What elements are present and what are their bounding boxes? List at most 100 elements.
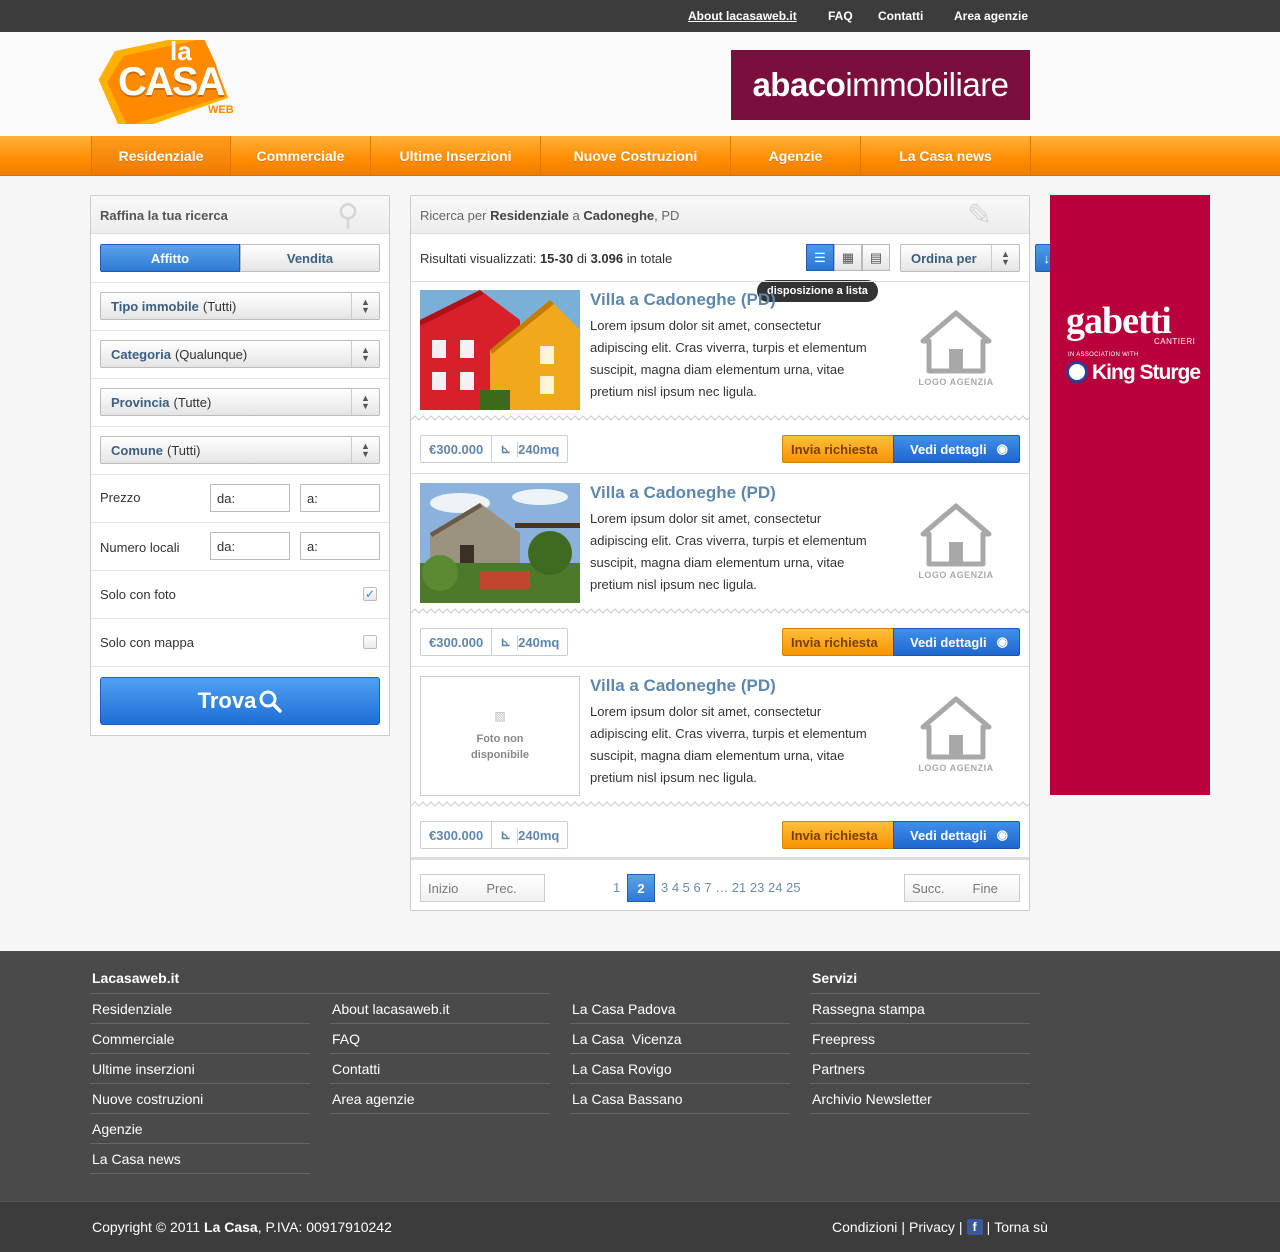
torna-su-link[interactable]: Torna sù (994, 1219, 1048, 1235)
sort-select[interactable]: Ordina per ▲ ▼ (900, 244, 1020, 272)
facebook-icon[interactable]: f (966, 1219, 983, 1235)
topbar-faq-link[interactable]: FAQ (828, 9, 853, 23)
select-tipo-immobile[interactable]: Tipo immobile (Tutti) ▲ ▼ (100, 292, 380, 320)
locali-da-input[interactable]: da: (210, 532, 290, 560)
pagination-prec[interactable]: Prec. (486, 881, 516, 896)
main-nav: Residenziale Commerciale Ultime Inserzio… (0, 136, 1280, 176)
listing-price: €300.000 (429, 441, 484, 457)
pagination-inizio[interactable]: Inizio (428, 881, 458, 896)
vedi-dettagli-button[interactable]: Vedi dettagli ◉ (893, 821, 1020, 849)
vedi-dettagli-button[interactable]: Vedi dettagli ◉ (893, 435, 1020, 463)
listing-photo[interactable] (420, 483, 580, 603)
select-provincia[interactable]: Provincia (Tutte) ▲ ▼ (100, 388, 380, 416)
updown-arrow-icon: ▲ ▼ (351, 437, 379, 463)
footer-link[interactable]: Agenzie (92, 1121, 143, 1137)
footer-link[interactable]: Residenziale (92, 1001, 172, 1017)
trova-label: Trova (197, 688, 257, 713)
invia-richiesta-button[interactable]: Invia richiesta (782, 821, 894, 849)
nav-residenziale[interactable]: Residenziale (91, 136, 231, 175)
abaco-brand-part1: abaco (752, 66, 846, 103)
listing-title[interactable]: Villa a Cadoneghe (PD) (590, 483, 776, 503)
footer-link[interactable]: Archivio Newsletter (812, 1091, 932, 1107)
solo-mappa-label: Solo con mappa (100, 635, 194, 650)
site-logo[interactable]: la CASA WEB (98, 32, 248, 135)
locali-label: Numero locali (100, 540, 180, 555)
count-range: 15-30 (539, 251, 574, 266)
footer-link[interactable]: Rassegna stampa (812, 1001, 925, 1017)
footer-link[interactable]: La Casa news (92, 1151, 181, 1167)
no-photo-text: Foto non disponibile (470, 733, 530, 761)
solo-mappa-checkbox[interactable] (363, 635, 377, 649)
footer-link[interactable]: Partners (812, 1061, 865, 1077)
nav-agenzie[interactable]: Agenzie (731, 136, 861, 175)
nav-ultime-inserzioni[interactable]: Ultime Inserzioni (371, 136, 541, 175)
pagination-pages[interactable]: 3 4 5 6 7 … 21 23 24 25 (661, 880, 801, 895)
footer-link[interactable]: Nuove costruzioni (92, 1091, 203, 1107)
select-comune[interactable]: Comune (Tutti) ▲ ▼ (100, 436, 380, 464)
footer-link[interactable]: Ultime inserzioni (92, 1061, 195, 1077)
gabetti-ad-banner[interactable]: gabetti CANTIERI IN ASSOCIATION WITH Kin… (1050, 195, 1210, 795)
ad-partner: King Sturge (1092, 361, 1201, 384)
nav-la-casa-news[interactable]: La Casa news (861, 136, 1031, 175)
ad-sub: CANTIERI (1154, 337, 1196, 346)
abaco-banner[interactable]: abaco immobiliare (731, 50, 1030, 120)
trova-button[interactable]: Trova (100, 677, 380, 725)
divider (91, 522, 389, 523)
listing-title[interactable]: Villa a Cadoneghe (PD) (590, 290, 776, 310)
ruler-icon: ⊾ (500, 634, 512, 649)
invia-richiesta-button[interactable]: Invia richiesta (782, 628, 894, 656)
vedi-label: Vedi dettagli (910, 634, 987, 650)
agency-logo[interactable]: LOGO AGENZIA (911, 695, 1001, 775)
grid-view-button[interactable]: ▦ (834, 244, 862, 271)
privacy-link[interactable]: Privacy (909, 1219, 955, 1235)
nav-nuove-costruzioni[interactable]: Nuove Costruzioni (541, 136, 731, 175)
footer-link[interactable]: Area agenzie (332, 1091, 415, 1107)
pagination-fine[interactable]: Fine (973, 881, 998, 896)
prezzo-a-input[interactable]: a: (300, 484, 380, 512)
topbar-about-link[interactable]: About lacasaweb.it (688, 9, 797, 23)
footer-link[interactable]: La Casa Bassano (572, 1091, 683, 1107)
vedi-dettagli-button[interactable]: Vedi dettagli ◉ (893, 628, 1020, 656)
footer-link[interactable]: La Casa Rovigo (572, 1061, 672, 1077)
footer-link[interactable]: Freepress (812, 1031, 875, 1047)
nav-commerciale[interactable]: Commerciale (231, 136, 371, 175)
listing-size: 240mq (517, 827, 560, 843)
separator: | (901, 1219, 906, 1235)
locali-a-input[interactable]: a: (300, 532, 380, 560)
footer-link[interactable]: La Casa Vicenza (572, 1031, 681, 1047)
footer-link[interactable]: Commerciale (92, 1031, 174, 1047)
listing-price: €300.000 (429, 827, 484, 843)
divider (570, 1023, 790, 1024)
solo-foto-checkbox[interactable]: ✓ (363, 587, 377, 601)
footer-link[interactable]: Contatti (332, 1061, 380, 1077)
footer-link[interactable]: FAQ (332, 1031, 360, 1047)
listing-footer: €300.000 ⊾ 240mq Invia richiesta Vedi det… (411, 808, 1029, 860)
listing-description: Lorem ipsum dolor sit amet, consectetur … (590, 704, 867, 785)
pagination-current-page[interactable]: 2 (627, 874, 655, 902)
invia-richiesta-button[interactable]: Invia richiesta (782, 435, 894, 463)
condizioni-link[interactable]: Condizioni (832, 1219, 897, 1235)
ruler-icon: ⊾ (500, 441, 512, 456)
logo-web: WEB (208, 104, 234, 116)
eye-icon: ◉ (996, 441, 1008, 456)
toggle-vendita[interactable]: Vendita (240, 244, 380, 272)
list-view-button[interactable]: ☰ (806, 244, 834, 271)
select-label: Comune (111, 442, 163, 458)
footer-link[interactable]: La Casa Padova (572, 1001, 676, 1017)
pagination-page-1[interactable]: 1 (613, 880, 620, 895)
footer-link[interactable]: About lacasaweb.it (332, 1001, 450, 1017)
topbar-contatti-link[interactable]: Contatti (878, 9, 923, 23)
listing-title[interactable]: Villa a Cadoneghe (PD) (590, 676, 776, 696)
listing-photo-placeholder[interactable]: ▧ Foto non disponibile (420, 676, 580, 796)
pagination-succ[interactable]: Succ. (912, 881, 945, 896)
prezzo-da-input[interactable]: da: (210, 484, 290, 512)
map-view-button[interactable]: ▤ (862, 244, 890, 271)
topbar-area-agenzie-link[interactable]: Area agenzie (954, 9, 1028, 23)
agency-logo-text: LOGO AGENZIA (918, 570, 994, 580)
toggle-affitto[interactable]: Affitto (100, 244, 240, 272)
listing-photo[interactable] (420, 290, 580, 410)
agency-logo[interactable]: LOGO AGENZIA (911, 502, 1001, 582)
listing-size-wrap: ⊾ 240mq (491, 436, 567, 462)
select-categoria[interactable]: Categoria (Qualunque) ▲ ▼ (100, 340, 380, 368)
agency-logo[interactable]: LOGO AGENZIA (911, 309, 1001, 389)
